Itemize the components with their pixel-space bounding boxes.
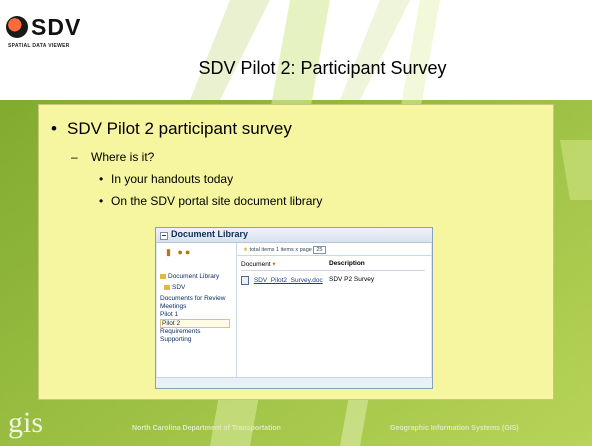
gis-logo: gis [8, 406, 44, 439]
nav-item-pilot-1[interactable]: Pilot 1 [160, 311, 178, 318]
bullet-level3: • In your handouts today [99, 172, 234, 186]
logo-text: SDV [31, 14, 82, 40]
nav-item-requirements[interactable]: Requirements [160, 328, 200, 335]
bullet-text: SDV Pilot 2 participant survey [67, 119, 292, 138]
panel-header: Document Library [156, 228, 432, 243]
document-link[interactable]: SDV_Pilot2_Survey.doc [254, 277, 323, 284]
sort-arrow-icon: ▾ [270, 261, 276, 268]
library-icons: ▮ ●● [166, 247, 193, 257]
content-box: • SDV Pilot 2 participant survey – Where i… [38, 104, 554, 400]
bullet-text: On the SDV portal site document library [111, 194, 323, 208]
star-icon: ★ [243, 247, 248, 253]
column-document[interactable]: Document [241, 261, 271, 268]
nav-pane: ▮ ●● Document Library SDV Documents for … [156, 243, 237, 377]
folder-icon [160, 273, 166, 279]
word-doc-icon [241, 276, 249, 285]
bullet-level2: – Where is it? [71, 150, 155, 164]
footer-right-text: Geographic Information Systems (GIS) [390, 425, 519, 432]
sdv-logo: SDV SPATIAL DATA VIEWER [6, 14, 118, 56]
column-headers: Document ▾ Description [241, 260, 365, 268]
slide-header: SDV SPATIAL DATA VIEWER SDV Pilot 2: Par… [0, 0, 592, 100]
bullet-text: Where is it? [91, 150, 155, 164]
slide: SDV SPATIAL DATA VIEWER SDV Pilot 2: Par… [0, 0, 592, 446]
nav-item-document-library[interactable]: Document Library [160, 273, 219, 280]
page-size-select[interactable]: 25 [313, 246, 326, 254]
nav-item-sdv[interactable]: SDV [164, 284, 185, 291]
document-pane: ★ total items 1 items x page 25 Document… [237, 243, 432, 377]
logo-tagline: SPATIAL DATA VIEWER [8, 43, 70, 49]
slide-title: SDV Pilot 2: Participant Survey [198, 58, 447, 78]
bullet-level1: • SDV Pilot 2 participant survey [51, 119, 292, 138]
bullet-text: In your handouts today [111, 172, 234, 186]
nav-item-meetings[interactable]: Meetings [160, 303, 186, 310]
nav-item-documents-for-review[interactable]: Documents for Review [160, 295, 225, 302]
panel-footer [156, 377, 432, 388]
slide-footer: gis North Carolina Department of Transpo… [0, 404, 592, 446]
document-library-screenshot: Document Library ▮ ●● Document Library S… [155, 227, 433, 389]
table-row: SDV_Pilot2_Survey.doc SDV P2 Survey [241, 276, 374, 285]
nav-item-pilot-2[interactable]: Pilot 2 [160, 319, 230, 328]
paging-text: total items 1 items x page [249, 247, 312, 253]
document-description: SDV P2 Survey [329, 276, 375, 283]
sdv-logo-icon [6, 16, 28, 38]
bullet-level3: • On the SDV portal site document library [99, 194, 323, 208]
column-description: Description [329, 260, 365, 267]
panel-title: Document Library [171, 229, 249, 239]
nav-item-supporting[interactable]: Supporting [160, 336, 191, 343]
footer-left-text: North Carolina Department of Transportat… [132, 425, 281, 432]
paging-toolbar: ★ total items 1 items x page 25 [237, 243, 432, 256]
collapse-icon[interactable] [160, 232, 168, 240]
divider [241, 270, 425, 271]
folder-icon [164, 284, 170, 290]
